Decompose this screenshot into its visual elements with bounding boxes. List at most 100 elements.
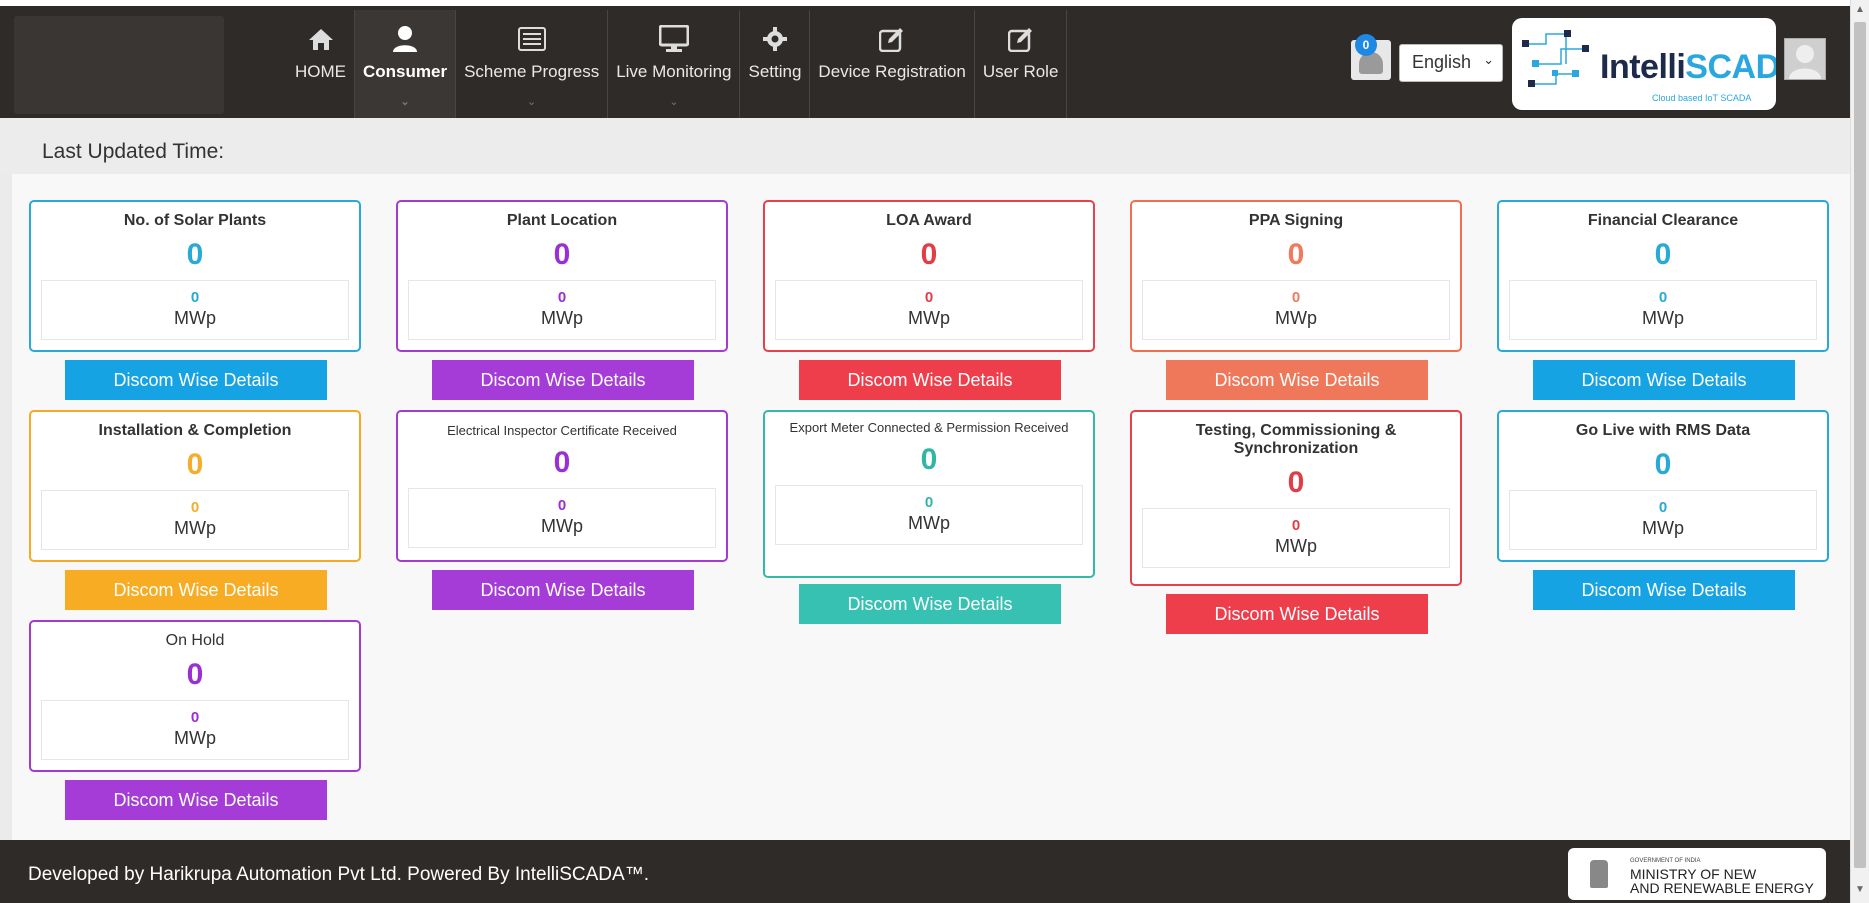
main-nav: HOME Consumer ⌄ Scheme Progress ⌄ Live M…: [287, 10, 1068, 120]
card-capacity: 0 MWp: [408, 488, 716, 548]
discom-wise-details-button[interactable]: Discom Wise Details: [432, 570, 694, 610]
top-navbar: HOME Consumer ⌄ Scheme Progress ⌄ Live M…: [0, 0, 1850, 120]
card-title: Plant Location: [506, 212, 618, 229]
card-capacity: 0 MWp: [41, 280, 349, 340]
footer: Developed by Harikrupa Automation Pvt Lt…: [0, 840, 1850, 903]
nav-scheme-progress-label: Scheme Progress: [464, 62, 600, 81]
discom-wise-details-button[interactable]: Discom Wise Details: [65, 570, 327, 610]
chevron-down-icon: ⌄: [527, 96, 537, 108]
nav-consumer[interactable]: Consumer ⌄: [355, 10, 456, 120]
card-count: 0: [1654, 448, 1672, 481]
capacity-value: 0: [1658, 499, 1668, 516]
capacity-unit: MWp: [908, 308, 950, 328]
discom-wise-details-button[interactable]: Discom Wise Details: [432, 360, 694, 400]
nav-setting[interactable]: Setting: [740, 10, 809, 120]
language-select[interactable]: English ⌄: [1399, 44, 1503, 82]
nav-device-registration-label: Device Registration: [818, 62, 966, 81]
card-electrical-inspector-certificate: Electrical Inspector Certificate Receive…: [396, 410, 728, 610]
capacity-value: 0: [557, 497, 567, 514]
nav-user-role[interactable]: User Role: [975, 10, 1067, 120]
card-go-live-rms: Go Live with RMS Data 0 0 MWp Discom Wis…: [1497, 410, 1829, 610]
capacity-unit: MWp: [1642, 518, 1684, 538]
capacity-value: 0: [190, 499, 200, 516]
scrollbar-thumb[interactable]: [1854, 22, 1866, 868]
card-title: Testing, Commissioning & Synchronization: [1195, 422, 1397, 457]
card-capacity: 0 MWp: [1142, 280, 1450, 340]
avatar[interactable]: [1784, 38, 1826, 80]
card-capacity: 0 MWp: [775, 280, 1083, 340]
discom-wise-details-button[interactable]: Discom Wise Details: [799, 360, 1061, 400]
card-capacity: 0 MWp: [775, 485, 1083, 545]
card-capacity: 0 MWp: [1509, 490, 1817, 550]
card-capacity: 0 MWp: [408, 280, 716, 340]
language-selected-value: English: [1412, 52, 1472, 72]
card-count: 0: [920, 443, 938, 476]
brand-logo-placeholder: [14, 16, 224, 114]
logo-wordmark: IntelliSCADA: [1600, 48, 1776, 86]
last-updated-label: Last Updated Time:: [42, 140, 225, 163]
card-count: 0: [553, 446, 571, 479]
capacity-unit: MWp: [174, 518, 216, 538]
card-title: LOA Award: [886, 212, 972, 229]
nav-device-registration[interactable]: Device Registration: [810, 10, 973, 120]
card-capacity: 0 MWp: [1509, 280, 1817, 340]
chevron-down-icon: ⌄: [1483, 52, 1494, 67]
card-plant-location: Plant Location 0 0 MWp Discom Wise Detai…: [396, 200, 728, 400]
capacity-unit: MWp: [1642, 308, 1684, 328]
edit-icon: [1006, 24, 1036, 54]
nav-home[interactable]: HOME: [287, 10, 354, 120]
capacity-unit: MWp: [541, 308, 583, 328]
capacity-value: 0: [1291, 289, 1301, 306]
card-capacity: 0 MWp: [41, 490, 349, 550]
capacity-value: 0: [190, 289, 200, 306]
nav-scheme-progress[interactable]: Scheme Progress ⌄: [456, 10, 607, 120]
card-count: 0: [920, 238, 938, 271]
card-count: 0: [186, 448, 204, 481]
card-count: 0: [1654, 238, 1672, 271]
card-export-meter-connected: Export Meter Connected & Permission Rece…: [763, 410, 1095, 624]
card-capacity: 0 MWp: [1142, 508, 1450, 568]
page-scrollbar[interactable]: ▲ ▼: [1850, 0, 1869, 903]
card-count: 0: [186, 658, 204, 691]
card-title: Electrical Inspector Certificate Receive…: [447, 423, 677, 438]
card-no-of-solar-plants: No. of Solar Plants 0 0 MWp Discom Wise …: [29, 200, 361, 400]
discom-wise-details-button[interactable]: Discom Wise Details: [1166, 594, 1428, 634]
card-title: Go Live with RMS Data: [1575, 422, 1751, 439]
discom-wise-details-button[interactable]: Discom Wise Details: [1533, 360, 1795, 400]
capacity-value: 0: [1291, 517, 1301, 534]
nav-live-monitoring[interactable]: Live Monitoring ⌄: [608, 10, 739, 120]
discom-wise-details-button[interactable]: Discom Wise Details: [799, 584, 1061, 624]
chevron-down-icon: ⌄: [400, 96, 410, 108]
monitor-icon: [658, 24, 689, 54]
card-loa-award: LOA Award 0 0 MWp Discom Wise Details: [763, 200, 1095, 400]
capacity-unit: MWp: [908, 513, 950, 533]
edit-icon: [877, 24, 907, 54]
capacity-value: 0: [924, 494, 934, 511]
notification-count-badge: 0: [1355, 34, 1377, 56]
notification-button[interactable]: 0: [1351, 34, 1391, 80]
nav-live-monitoring-label: Live Monitoring: [616, 62, 732, 81]
card-title: Financial Clearance: [1587, 212, 1739, 229]
capacity-value: 0: [557, 289, 567, 306]
card-count: 0: [1287, 238, 1305, 271]
capacity-value: 0: [924, 289, 934, 306]
card-title: No. of Solar Plants: [123, 212, 267, 229]
nav-user-role-label: User Role: [982, 62, 1059, 81]
scroll-down-arrow-icon[interactable]: ▼: [1855, 884, 1865, 895]
national-emblem-icon: [1590, 860, 1608, 888]
status-bar: Last Updated Time:: [0, 118, 1850, 174]
dashboard-cards: No. of Solar Plants 0 0 MWp Discom Wise …: [12, 174, 1850, 840]
footer-credit: Developed by Harikrupa Automation Pvt Lt…: [28, 864, 649, 885]
discom-wise-details-button[interactable]: Discom Wise Details: [1166, 360, 1428, 400]
capacity-unit: MWp: [1275, 308, 1317, 328]
discom-wise-details-button[interactable]: Discom Wise Details: [65, 360, 327, 400]
discom-wise-details-button[interactable]: Discom Wise Details: [1533, 570, 1795, 610]
scroll-up-arrow-icon[interactable]: ▲: [1855, 4, 1865, 15]
capacity-unit: MWp: [174, 728, 216, 748]
circuit-logo-icon: [1522, 30, 1589, 87]
discom-wise-details-button[interactable]: Discom Wise Details: [65, 780, 327, 820]
gear-icon: [760, 24, 790, 54]
card-title: PPA Signing: [1248, 212, 1344, 229]
capacity-unit: MWp: [1275, 536, 1317, 556]
card-on-hold: On Hold 0 0 MWp Discom Wise Details: [29, 620, 361, 820]
